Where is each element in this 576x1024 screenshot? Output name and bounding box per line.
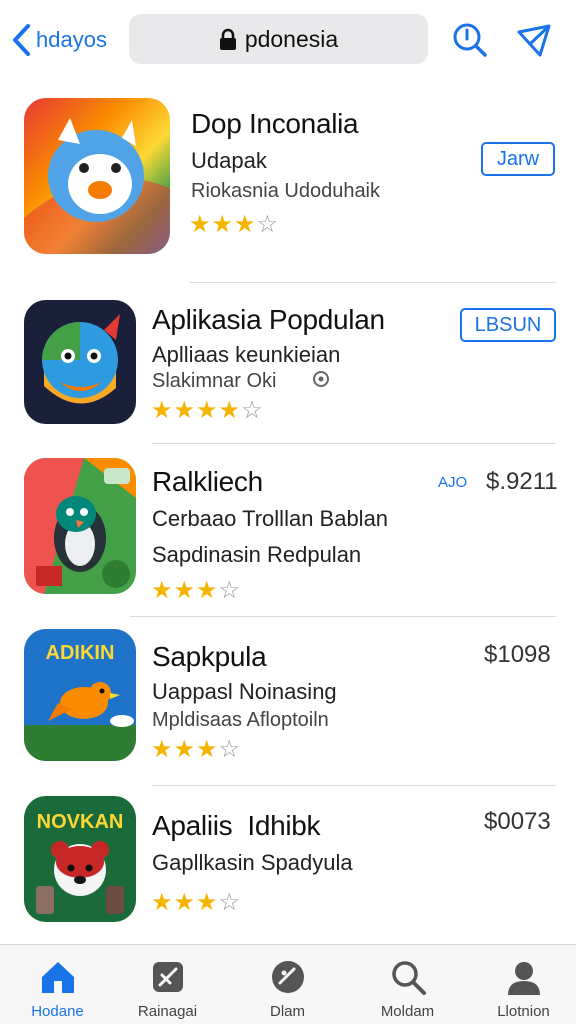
tab-games[interactable]: Dlam xyxy=(230,945,345,1024)
app-title: Sapkpula xyxy=(152,641,267,672)
app-description: Slakimnar Oki xyxy=(152,370,277,392)
app-subtitle: Cerbaao Trolllan Bablan xyxy=(152,506,389,531)
get-button[interactable]: Jarw xyxy=(481,142,555,176)
price-button[interactable]: $1098 xyxy=(484,641,551,669)
tab-bar: Hodane Rainagai Dlam Moldam Llotnion xyxy=(0,944,576,1024)
price-button[interactable]: $0073 xyxy=(484,808,551,836)
send-icon[interactable] xyxy=(516,22,552,58)
app-title: Dop Inconalia xyxy=(191,108,359,139)
rating-stars: ★★★☆ xyxy=(189,211,280,238)
home-icon xyxy=(41,962,74,993)
app-description: Riokasnia Udoduhaik xyxy=(191,180,381,202)
rating-stars: ★★★☆ xyxy=(151,577,242,604)
app-icon[interactable] xyxy=(24,300,136,424)
app-description: Mpldisaas Afloptoiln xyxy=(152,709,329,731)
list-item[interactable]: NOVKAN Apaliis Idhibk Gapllkasin Spadyul… xyxy=(0,786,576,944)
tab-label: Dlam xyxy=(269,1003,305,1020)
lock-icon xyxy=(219,28,236,50)
price-tag: AJO xyxy=(438,474,468,491)
tab-label: Hodane xyxy=(31,1003,84,1020)
tab-apps[interactable]: Rainagai xyxy=(110,945,225,1024)
info-icon xyxy=(313,371,329,387)
svg-text:NOVKAN: NOVKAN xyxy=(37,811,124,833)
tab-label: Moldam xyxy=(380,1003,435,1020)
list-item[interactable]: Aplikasia Popdulan Aplliaas keunkieian S… xyxy=(0,282,576,444)
back-button[interactable]: hdayos xyxy=(10,20,107,60)
price-button[interactable]: $.9211 xyxy=(486,468,558,496)
tab-label: Rainagai xyxy=(137,1003,198,1020)
address-bar[interactable]: pdonesia xyxy=(129,14,428,64)
app-title: Aplikasia Popdulan xyxy=(152,304,385,335)
list-item[interactable]: ADIKIN Sapkpula Uappasl Noinasing Mpldis… xyxy=(0,617,576,785)
tab-label: Llotnion xyxy=(497,1003,550,1020)
get-button[interactable]: LBSUN xyxy=(460,308,556,342)
list-item[interactable]: Dop Inconalia Udapak Riokasnia Udoduhaik… xyxy=(0,82,576,282)
tab-home[interactable]: Hodane xyxy=(0,945,115,1024)
app-description: Sapdinasin Redpulan xyxy=(152,542,362,567)
top-bar: hdayos pdonesia xyxy=(0,0,576,82)
app-icon[interactable]: ADIKIN xyxy=(24,629,136,761)
app-subtitle: Udapak xyxy=(191,148,267,173)
app-subtitle: Uappasl Noinasing xyxy=(152,679,337,704)
list-item[interactable]: Ralkliech Cerbaao Trolllan Bablan Sapdin… xyxy=(0,444,576,616)
tab-search[interactable]: Moldam xyxy=(350,945,465,1024)
games-icon xyxy=(271,961,304,993)
search-icon xyxy=(391,961,426,995)
app-icon[interactable] xyxy=(24,98,170,254)
rating-stars: ★★★☆ xyxy=(151,736,242,763)
address-text: pdonesia xyxy=(244,25,339,52)
svg-text:ADIKIN: ADIKIN xyxy=(46,642,115,664)
account-icon xyxy=(507,962,540,995)
back-label: hdayos xyxy=(36,27,107,52)
rating-stars: ★★★★☆ xyxy=(151,397,264,424)
tab-account[interactable]: Llotnion xyxy=(466,945,576,1024)
chevron-left-icon xyxy=(13,24,30,56)
app-title: Apaliis Idhibk xyxy=(152,810,321,841)
app-title: Ralkliech xyxy=(152,466,263,497)
search-icon[interactable] xyxy=(452,22,488,58)
rating-stars: ★★★☆ xyxy=(151,889,242,916)
app-subtitle: Gapllkasin Spadyula xyxy=(152,850,353,875)
app-icon[interactable] xyxy=(24,458,136,594)
app-icon[interactable]: NOVKAN xyxy=(24,796,136,922)
apps-icon xyxy=(152,962,183,992)
app-subtitle: Aplliaas keunkieian xyxy=(152,342,341,367)
